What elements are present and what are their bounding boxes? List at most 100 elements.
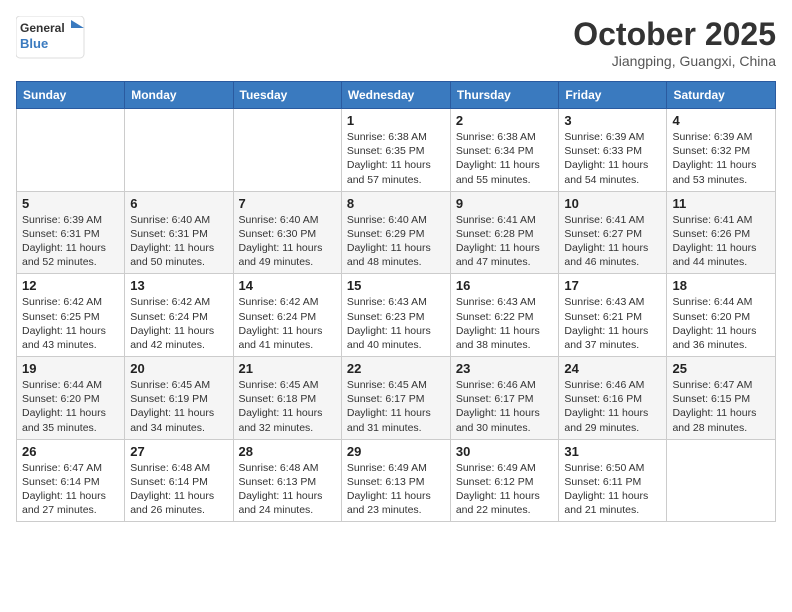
day-info: Sunrise: 6:40 AM Sunset: 6:29 PM Dayligh… <box>347 213 445 270</box>
month-title: October 2025 <box>573 16 776 53</box>
svg-text:General: General <box>20 21 65 35</box>
day-cell: 23 Sunrise: 6:46 AM Sunset: 6:17 PM Dayli… <box>450 357 559 440</box>
day-cell: 24 Sunrise: 6:46 AM Sunset: 6:16 PM Dayli… <box>559 357 667 440</box>
day-cell: 16Sunrise: 6:43 AM Sunset: 6:22 PM Dayli… <box>450 274 559 357</box>
day-cell: 8 Sunrise: 6:40 AM Sunset: 6:29 PM Daylig… <box>341 191 450 274</box>
day-number: 9 <box>456 196 554 211</box>
day-cell: 10Sunrise: 6:41 AM Sunset: 6:27 PM Dayli… <box>559 191 667 274</box>
day-info: Sunrise: 6:40 AM Sunset: 6:30 PM Dayligh… <box>239 213 336 270</box>
day-info: Sunrise: 6:39 AM Sunset: 6:31 PM Dayligh… <box>22 213 119 270</box>
day-cell: 30 Sunrise: 6:49 AM Sunset: 6:12 PM Dayli… <box>450 439 559 522</box>
day-number: 21 <box>239 361 336 376</box>
day-info: Sunrise: 6:46 AM Sunset: 6:16 PM Dayligh… <box>564 378 661 435</box>
day-cell: 11 Sunrise: 6:41 AM Sunset: 6:26 PM Dayli… <box>667 191 776 274</box>
day-info: Sunrise: 6:42 AM Sunset: 6:25 PM Dayligh… <box>22 295 119 352</box>
day-number: 18 <box>672 278 770 293</box>
day-number: 11 <box>672 196 770 211</box>
day-info: Sunrise: 6:47 AM Sunset: 6:15 PM Dayligh… <box>672 378 770 435</box>
weekday-header-friday: Friday <box>559 82 667 109</box>
day-cell <box>233 109 341 192</box>
day-cell: 18 Sunrise: 6:44 AM Sunset: 6:20 PM Dayli… <box>667 274 776 357</box>
day-number: 31 <box>564 444 661 459</box>
day-info: Sunrise: 6:44 AM Sunset: 6:20 PM Dayligh… <box>22 378 119 435</box>
weekday-header-sunday: Sunday <box>17 82 125 109</box>
day-info: Sunrise: 6:45 AM Sunset: 6:17 PM Dayligh… <box>347 378 445 435</box>
day-number: 30 <box>456 444 554 459</box>
day-info: Sunrise: 6:43 AM Sunset: 6:23 PM Dayligh… <box>347 295 445 352</box>
svg-text:Blue: Blue <box>20 36 48 51</box>
day-cell: 28 Sunrise: 6:48 AM Sunset: 6:13 PM Dayli… <box>233 439 341 522</box>
day-info: Sunrise: 6:41 AM Sunset: 6:27 PM Dayligh… <box>564 213 661 270</box>
day-cell: 9 Sunrise: 6:41 AM Sunset: 6:28 PM Daylig… <box>450 191 559 274</box>
day-cell: 27Sunrise: 6:48 AM Sunset: 6:14 PM Dayli… <box>125 439 233 522</box>
day-number: 8 <box>347 196 445 211</box>
day-info: Sunrise: 6:41 AM Sunset: 6:26 PM Dayligh… <box>672 213 770 270</box>
day-cell <box>667 439 776 522</box>
day-number: 7 <box>239 196 336 211</box>
day-number: 1 <box>347 113 445 128</box>
weekday-header-thursday: Thursday <box>450 82 559 109</box>
day-info: Sunrise: 6:45 AM Sunset: 6:19 PM Dayligh… <box>130 378 227 435</box>
logo: General Blue <box>16 16 86 60</box>
day-info: Sunrise: 6:49 AM Sunset: 6:13 PM Dayligh… <box>347 461 445 518</box>
day-number: 29 <box>347 444 445 459</box>
day-cell: 31 Sunrise: 6:50 AM Sunset: 6:11 PM Dayli… <box>559 439 667 522</box>
day-cell: 4Sunrise: 6:39 AM Sunset: 6:32 PM Daylig… <box>667 109 776 192</box>
day-number: 22 <box>347 361 445 376</box>
day-cell: 20 Sunrise: 6:45 AM Sunset: 6:19 PM Dayli… <box>125 357 233 440</box>
day-cell: 19 Sunrise: 6:44 AM Sunset: 6:20 PM Dayli… <box>17 357 125 440</box>
day-cell: 1 Sunrise: 6:38 AM Sunset: 6:35 PM Daylig… <box>341 109 450 192</box>
day-cell: 21 Sunrise: 6:45 AM Sunset: 6:18 PM Dayli… <box>233 357 341 440</box>
day-cell: 5 Sunrise: 6:39 AM Sunset: 6:31 PM Daylig… <box>17 191 125 274</box>
day-number: 28 <box>239 444 336 459</box>
day-info: Sunrise: 6:45 AM Sunset: 6:18 PM Dayligh… <box>239 378 336 435</box>
day-info: Sunrise: 6:49 AM Sunset: 6:12 PM Dayligh… <box>456 461 554 518</box>
day-info: Sunrise: 6:50 AM Sunset: 6:11 PM Dayligh… <box>564 461 661 518</box>
day-number: 23 <box>456 361 554 376</box>
day-number: 17 <box>564 278 661 293</box>
week-row-3: 12 Sunrise: 6:42 AM Sunset: 6:25 PM Dayli… <box>17 274 776 357</box>
day-info: Sunrise: 6:46 AM Sunset: 6:17 PM Dayligh… <box>456 378 554 435</box>
week-row-5: 26 Sunrise: 6:47 AM Sunset: 6:14 PM Dayli… <box>17 439 776 522</box>
week-row-1: 1 Sunrise: 6:38 AM Sunset: 6:35 PM Daylig… <box>17 109 776 192</box>
day-info: Sunrise: 6:40 AM Sunset: 6:31 PM Dayligh… <box>130 213 227 270</box>
day-cell: 26 Sunrise: 6:47 AM Sunset: 6:14 PM Dayli… <box>17 439 125 522</box>
day-info: Sunrise: 6:39 AM Sunset: 6:33 PM Dayligh… <box>564 130 661 187</box>
title-block: October 2025 Jiangping, Guangxi, China <box>573 16 776 69</box>
day-info: Sunrise: 6:44 AM Sunset: 6:20 PM Dayligh… <box>672 295 770 352</box>
day-number: 5 <box>22 196 119 211</box>
day-number: 27 <box>130 444 227 459</box>
week-row-2: 5 Sunrise: 6:39 AM Sunset: 6:31 PM Daylig… <box>17 191 776 274</box>
weekday-header-saturday: Saturday <box>667 82 776 109</box>
weekday-header-row: SundayMondayTuesdayWednesdayThursdayFrid… <box>17 82 776 109</box>
day-info: Sunrise: 6:47 AM Sunset: 6:14 PM Dayligh… <box>22 461 119 518</box>
day-cell: 14Sunrise: 6:42 AM Sunset: 6:24 PM Dayli… <box>233 274 341 357</box>
day-number: 25 <box>672 361 770 376</box>
day-cell: 2 Sunrise: 6:38 AM Sunset: 6:34 PM Daylig… <box>450 109 559 192</box>
weekday-header-wednesday: Wednesday <box>341 82 450 109</box>
day-info: Sunrise: 6:41 AM Sunset: 6:28 PM Dayligh… <box>456 213 554 270</box>
day-info: Sunrise: 6:38 AM Sunset: 6:34 PM Dayligh… <box>456 130 554 187</box>
location: Jiangping, Guangxi, China <box>573 53 776 69</box>
day-info: Sunrise: 6:39 AM Sunset: 6:32 PM Dayligh… <box>672 130 770 187</box>
day-info: Sunrise: 6:38 AM Sunset: 6:35 PM Dayligh… <box>347 130 445 187</box>
day-number: 16 <box>456 278 554 293</box>
day-cell <box>125 109 233 192</box>
day-number: 15 <box>347 278 445 293</box>
day-cell: 6Sunrise: 6:40 AM Sunset: 6:31 PM Daylig… <box>125 191 233 274</box>
day-info: Sunrise: 6:48 AM Sunset: 6:13 PM Dayligh… <box>239 461 336 518</box>
day-cell: 7 Sunrise: 6:40 AM Sunset: 6:30 PM Daylig… <box>233 191 341 274</box>
calendar: SundayMondayTuesdayWednesdayThursdayFrid… <box>16 81 776 522</box>
day-info: Sunrise: 6:43 AM Sunset: 6:21 PM Dayligh… <box>564 295 661 352</box>
day-info: Sunrise: 6:42 AM Sunset: 6:24 PM Dayligh… <box>239 295 336 352</box>
day-cell: 29 Sunrise: 6:49 AM Sunset: 6:13 PM Dayli… <box>341 439 450 522</box>
day-cell: 25 Sunrise: 6:47 AM Sunset: 6:15 PM Dayli… <box>667 357 776 440</box>
day-number: 26 <box>22 444 119 459</box>
day-number: 13 <box>130 278 227 293</box>
week-row-4: 19 Sunrise: 6:44 AM Sunset: 6:20 PM Dayli… <box>17 357 776 440</box>
day-number: 20 <box>130 361 227 376</box>
day-number: 24 <box>564 361 661 376</box>
day-number: 2 <box>456 113 554 128</box>
day-number: 12 <box>22 278 119 293</box>
day-number: 19 <box>22 361 119 376</box>
